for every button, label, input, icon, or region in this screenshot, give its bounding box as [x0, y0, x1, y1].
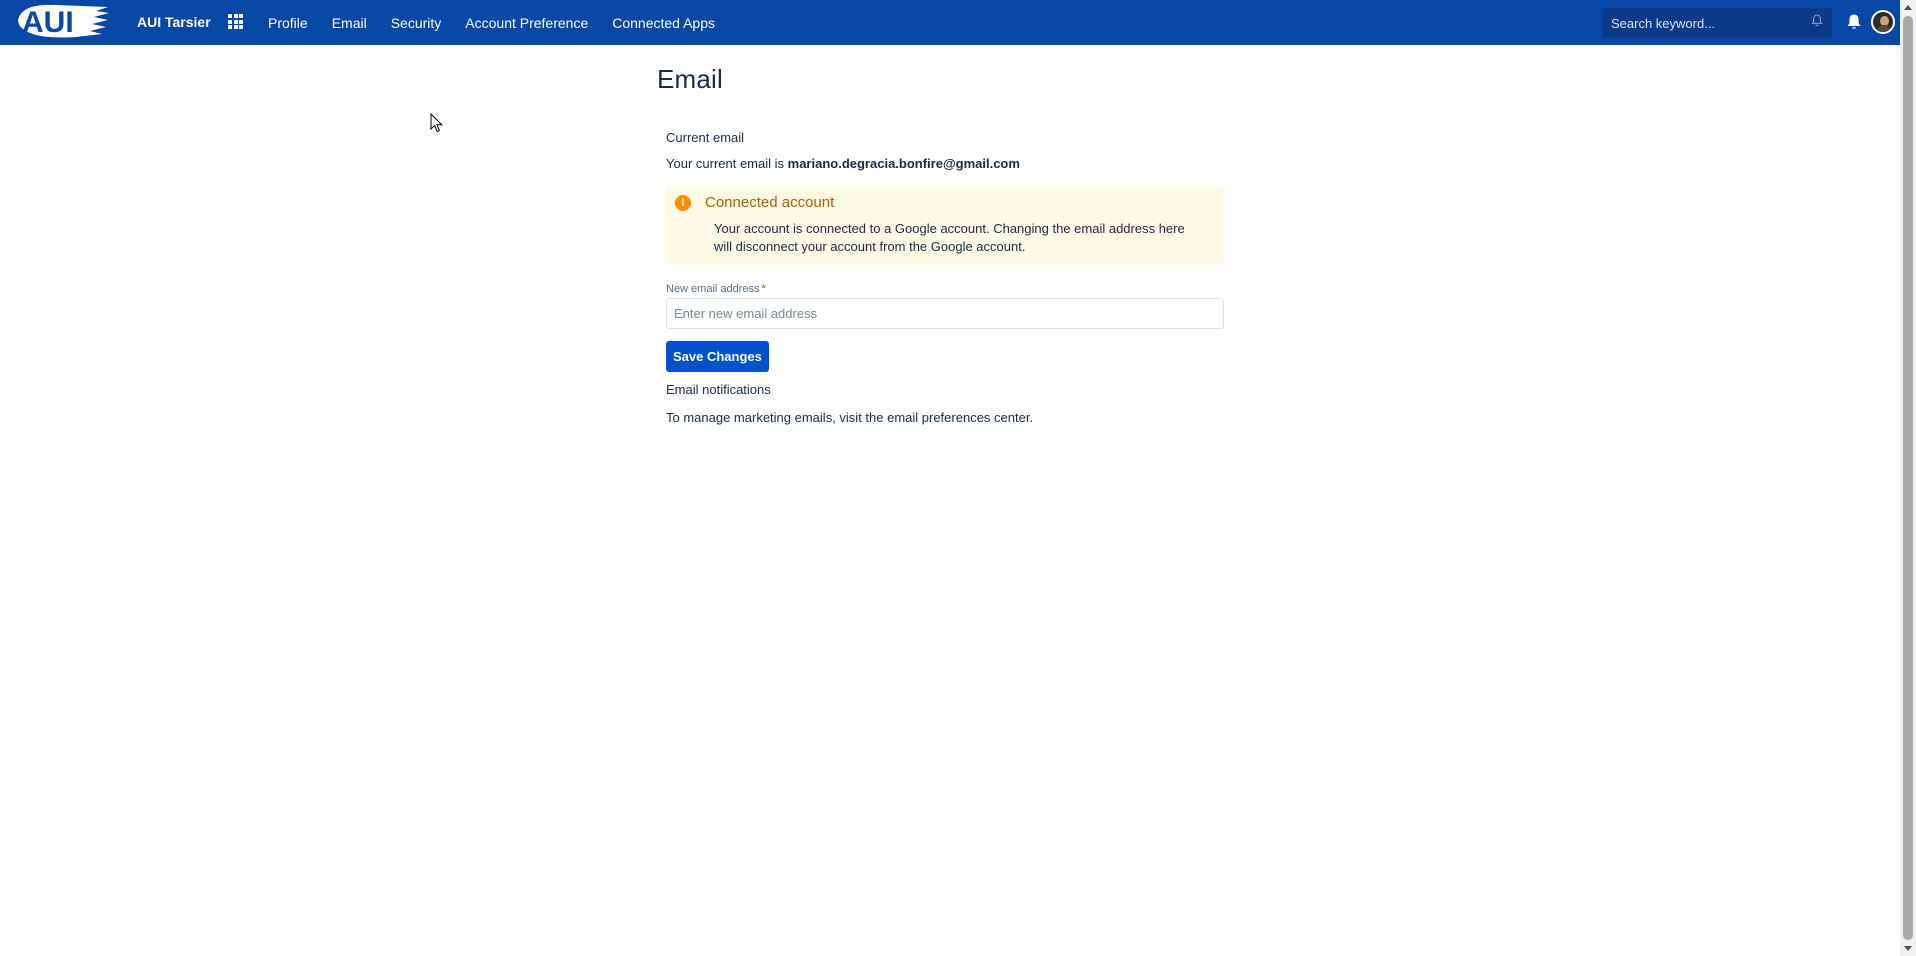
app-name[interactable]: AUI Tarsier [137, 0, 211, 45]
required-marker: * [761, 283, 766, 295]
warning-body: Your account is connected to a Google ac… [714, 221, 1185, 254]
current-email-address: mariano.degracia.bonfire@gmail.com [787, 156, 1020, 171]
nav-email[interactable]: Email [332, 15, 367, 31]
connected-account-warning: ! Connected account Your account is conn… [666, 185, 1224, 265]
search-bell-icon[interactable] [1811, 14, 1823, 32]
warning-icon: ! [675, 195, 691, 211]
new-email-label: New email address * [666, 283, 1224, 295]
search-box[interactable] [1602, 8, 1832, 38]
email-notifications-heading: Email notifications [666, 382, 771, 397]
notifications-bell-icon[interactable] [1846, 13, 1862, 31]
warning-title: Connected account [705, 194, 835, 211]
mouse-pointer-icon [430, 112, 444, 133]
main-nav: Profile Email Security Account Preferenc… [268, 0, 739, 45]
nav-account-preference[interactable]: Account Preference [465, 15, 588, 31]
save-changes-button[interactable]: Save Changes [666, 341, 769, 372]
apps-grid-icon[interactable] [228, 14, 243, 29]
nav-security[interactable]: Security [391, 15, 442, 31]
svg-text:AUI: AUI [22, 6, 74, 39]
nav-profile[interactable]: Profile [268, 15, 308, 31]
current-email-prefix: Your current email is [666, 156, 788, 171]
aui-logo[interactable]: AUI [16, 2, 110, 40]
search-input[interactable] [1609, 14, 1807, 32]
email-notifications-text: To manage marketing emails, visit the em… [666, 410, 1034, 425]
scroll-up-arrow-icon[interactable] [1904, 5, 1912, 10]
scroll-down-arrow-icon[interactable] [1904, 946, 1912, 951]
new-email-label-text: New email address [666, 283, 760, 295]
avatar[interactable] [1871, 10, 1895, 34]
nav-connected-apps[interactable]: Connected Apps [612, 15, 715, 31]
email-settings-panel: Current email Your current email is mari… [666, 130, 1224, 425]
top-navigation-bar: AUI AUI Tarsier Profile Email Security A… [0, 0, 1900, 45]
scroll-thumb[interactable] [1903, 16, 1913, 940]
new-email-input[interactable] [666, 298, 1224, 329]
page-scrollbar[interactable] [1900, 0, 1916, 956]
current-email-line: Your current email is mariano.degracia.b… [666, 156, 1224, 171]
current-email-heading: Current email [666, 130, 745, 145]
page-title: Email [657, 64, 724, 94]
